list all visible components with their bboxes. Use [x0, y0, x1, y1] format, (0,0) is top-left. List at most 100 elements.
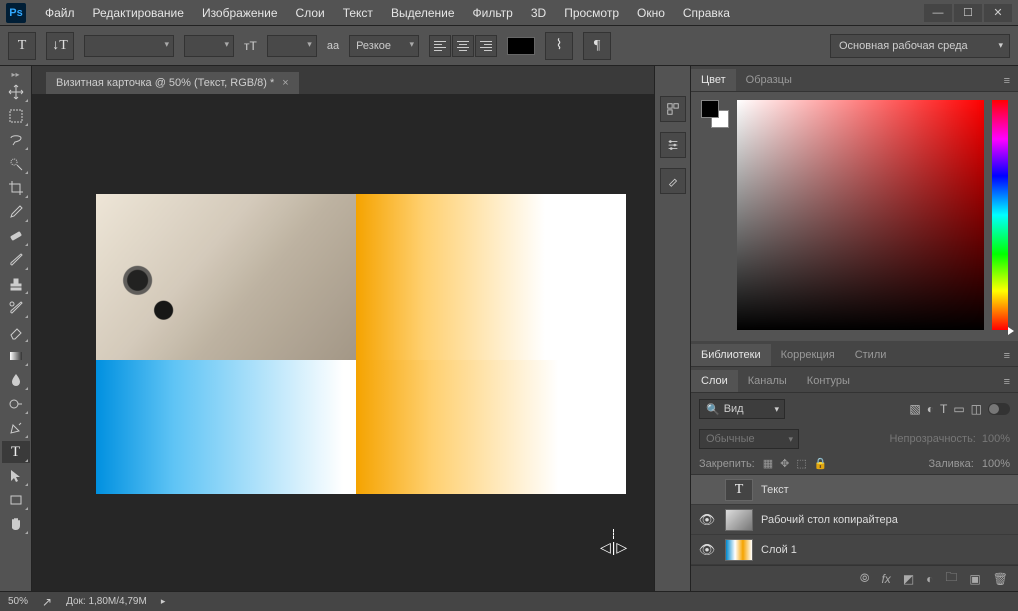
- brush-tool[interactable]: [2, 249, 30, 271]
- tab-color[interactable]: Цвет: [691, 69, 736, 91]
- fill-value[interactable]: 100%: [982, 458, 1010, 470]
- tab-channels[interactable]: Каналы: [738, 370, 797, 392]
- quick-select-tool[interactable]: [2, 153, 30, 175]
- hue-slider[interactable]: [992, 100, 1008, 330]
- menu-help[interactable]: Справка: [674, 2, 739, 24]
- align-left-button[interactable]: [429, 35, 451, 57]
- dodge-tool[interactable]: [2, 393, 30, 415]
- align-center-button[interactable]: [452, 35, 474, 57]
- warp-text-button[interactable]: ⌇: [545, 32, 573, 60]
- menu-filter[interactable]: Фильтр: [464, 2, 522, 24]
- window-maximize-button[interactable]: ☐: [954, 4, 982, 22]
- align-right-button[interactable]: [475, 35, 497, 57]
- antialias-select[interactable]: Резкое: [349, 35, 419, 57]
- history-panel-icon[interactable]: [660, 96, 686, 122]
- zoom-level[interactable]: 50%: [8, 596, 28, 607]
- tab-styles[interactable]: Стили: [845, 344, 897, 366]
- blend-mode-select[interactable]: Обычные: [699, 429, 799, 449]
- menu-layers[interactable]: Слои: [287, 2, 334, 24]
- tab-adjustments[interactable]: Коррекция: [771, 344, 845, 366]
- menu-window[interactable]: Окно: [628, 2, 674, 24]
- share-icon[interactable]: ↗: [42, 595, 52, 609]
- filter-shape-icon[interactable]: ▭: [953, 402, 964, 416]
- marquee-tool[interactable]: [2, 105, 30, 127]
- layer-filter-toggle[interactable]: [988, 403, 1010, 415]
- type-tool[interactable]: T: [2, 441, 30, 463]
- hand-tool[interactable]: [2, 513, 30, 535]
- window-close-button[interactable]: ✕: [984, 4, 1012, 22]
- close-tab-icon[interactable]: ×: [282, 77, 288, 89]
- blur-tool[interactable]: [2, 369, 30, 391]
- layer-thumbnail-text[interactable]: T: [725, 479, 753, 501]
- color-field[interactable]: [737, 100, 984, 330]
- tab-layers[interactable]: Слои: [691, 370, 738, 392]
- window-minimize-button[interactable]: —: [924, 4, 952, 22]
- visibility-toggle[interactable]: 👁: [697, 542, 717, 558]
- stamp-tool[interactable]: [2, 273, 30, 295]
- layer-name[interactable]: Слой 1: [761, 544, 797, 556]
- menu-file[interactable]: Файл: [36, 2, 84, 24]
- layer-row[interactable]: T Текст: [691, 475, 1018, 505]
- panel-menu-icon[interactable]: ≡: [996, 372, 1018, 392]
- lock-all-icon[interactable]: 🔒: [814, 457, 828, 470]
- layer-name[interactable]: Рабочий стол копирайтера: [761, 514, 898, 526]
- filter-type-icon[interactable]: T: [940, 402, 947, 416]
- text-color-swatch[interactable]: [507, 37, 535, 55]
- menu-select[interactable]: Выделение: [382, 2, 464, 24]
- lasso-tool[interactable]: [2, 129, 30, 151]
- tab-libraries[interactable]: Библиотеки: [691, 344, 771, 366]
- group-icon[interactable]: 🗀: [945, 568, 957, 589]
- lock-pixels-icon[interactable]: ▦: [763, 457, 773, 470]
- filter-smart-icon[interactable]: ◫: [971, 402, 982, 416]
- rectangle-tool[interactable]: [2, 489, 30, 511]
- foreground-color-swatch[interactable]: [701, 100, 719, 118]
- workspace-switcher[interactable]: Основная рабочая среда: [830, 34, 1010, 58]
- font-style-select[interactable]: [184, 35, 234, 57]
- panel-menu-icon[interactable]: ≡: [996, 71, 1018, 91]
- healing-tool[interactable]: [2, 225, 30, 247]
- link-layers-icon[interactable]: ⦾: [860, 571, 870, 586]
- menu-view[interactable]: Просмотр: [555, 2, 628, 24]
- lock-position-icon[interactable]: ✥: [780, 457, 789, 470]
- toolbar-collapse-handle[interactable]: ▸▸: [0, 70, 31, 80]
- properties-panel-icon[interactable]: [660, 132, 686, 158]
- layer-mask-icon[interactable]: ◩: [903, 572, 914, 586]
- lock-artboard-icon[interactable]: ⬚: [796, 457, 806, 470]
- brushes-panel-icon[interactable]: [660, 168, 686, 194]
- new-layer-icon[interactable]: ▣: [969, 572, 980, 586]
- canvas[interactable]: [32, 94, 654, 591]
- menu-image[interactable]: Изображение: [193, 2, 287, 24]
- font-family-select[interactable]: [84, 35, 174, 57]
- panel-menu-icon[interactable]: ≡: [996, 346, 1018, 366]
- layer-row[interactable]: 👁 Рабочий стол копирайтера: [691, 505, 1018, 535]
- layer-row[interactable]: 👁 Слой 1: [691, 535, 1018, 565]
- menu-3d[interactable]: 3D: [522, 2, 555, 24]
- document-tab[interactable]: Визитная карточка @ 50% (Текст, RGB/8) *…: [46, 72, 299, 94]
- layer-name[interactable]: Текст: [761, 484, 789, 496]
- tool-preset-icon[interactable]: T: [8, 32, 36, 60]
- visibility-toggle[interactable]: 👁: [697, 512, 717, 528]
- tab-paths[interactable]: Контуры: [797, 370, 860, 392]
- layer-style-icon[interactable]: fx: [881, 572, 890, 586]
- menu-edit[interactable]: Редактирование: [84, 2, 193, 24]
- font-size-select[interactable]: [267, 35, 317, 57]
- foreground-background-swatches[interactable]: [701, 100, 729, 128]
- crop-tool[interactable]: [2, 177, 30, 199]
- delete-layer-icon[interactable]: 🗑: [993, 572, 1008, 586]
- eyedropper-tool[interactable]: [2, 201, 30, 223]
- eraser-tool[interactable]: [2, 321, 30, 343]
- adjustment-layer-icon[interactable]: ◐: [926, 572, 933, 586]
- layer-filter-kind-select[interactable]: 🔍Вид: [699, 399, 785, 419]
- toggle-orientation-button[interactable]: ↓T: [46, 32, 74, 60]
- move-tool[interactable]: [2, 81, 30, 103]
- tab-swatches[interactable]: Образцы: [736, 69, 802, 91]
- layer-thumbnail-image[interactable]: [725, 509, 753, 531]
- filter-pixel-icon[interactable]: ▧: [909, 402, 920, 416]
- path-select-tool[interactable]: [2, 465, 30, 487]
- opacity-value[interactable]: 100%: [982, 433, 1010, 445]
- history-brush-tool[interactable]: [2, 297, 30, 319]
- character-panel-button[interactable]: ¶: [583, 32, 611, 60]
- pen-tool[interactable]: [2, 417, 30, 439]
- layer-thumbnail-gradient[interactable]: [725, 539, 753, 561]
- menu-text[interactable]: Текст: [334, 2, 382, 24]
